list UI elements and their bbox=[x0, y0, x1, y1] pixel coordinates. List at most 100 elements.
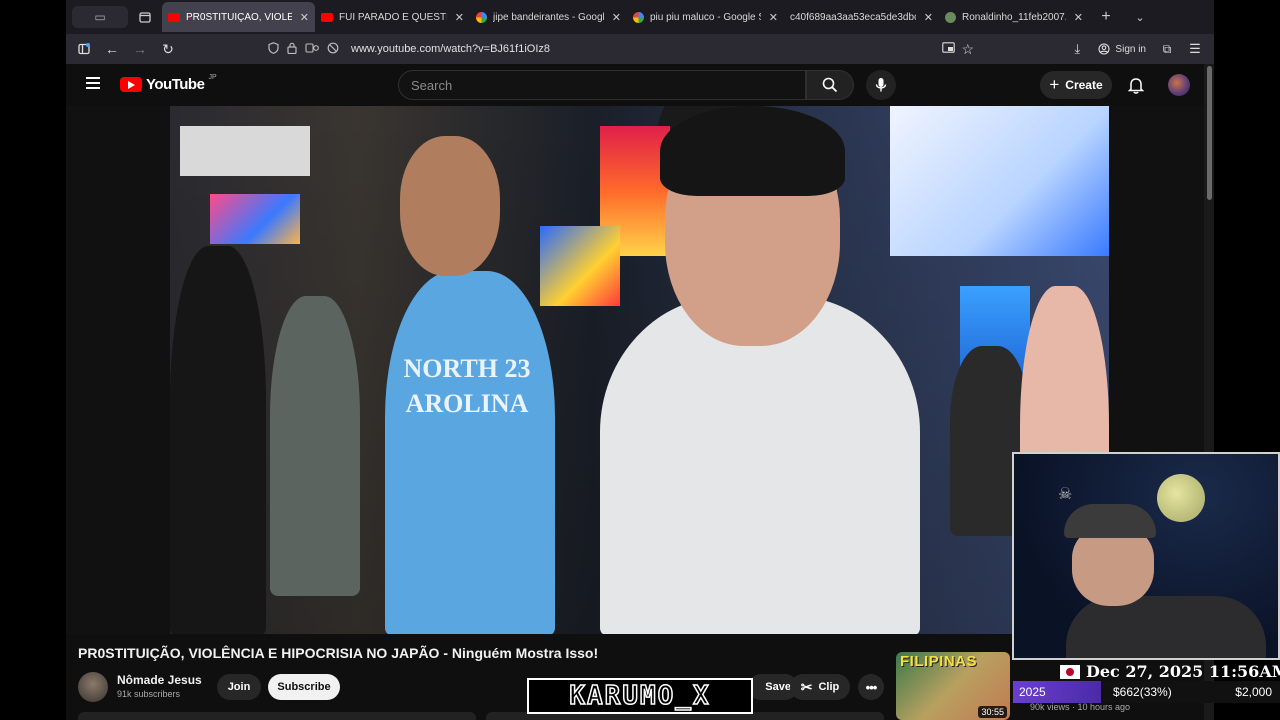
tab-2[interactable]: jipe bandeirantes - Google S ✕ bbox=[470, 2, 627, 32]
tab-title: jipe bandeirantes - Google S bbox=[493, 11, 604, 23]
scrollbar-thumb[interactable] bbox=[1207, 66, 1212, 200]
search-button[interactable] bbox=[806, 70, 854, 100]
tab-4[interactable]: c40f689aa3aa53eca5de3dbc31 ✕ bbox=[784, 2, 939, 32]
permissions-icon[interactable] bbox=[305, 42, 319, 57]
sidebar-toggle-button[interactable]: ▭ bbox=[72, 6, 128, 28]
voice-search-button[interactable] bbox=[866, 70, 896, 100]
video-duration: 30:55 bbox=[978, 706, 1007, 718]
tab-1[interactable]: FUI PARADO E QUESTIONAD ✕ bbox=[315, 2, 470, 32]
navigation-bar: ← → ↻ www.youtube.com/watch?v=BJ61f1iOIz… bbox=[66, 34, 1214, 64]
lock-icon[interactable] bbox=[287, 42, 297, 57]
search-input[interactable] bbox=[411, 77, 805, 93]
date-time-text: Dec 27, 2025 11:56AM bbox=[1086, 662, 1280, 681]
video-frame[interactable]: NORTH 23 AROLINA bbox=[170, 106, 1109, 634]
youtube-icon bbox=[321, 12, 333, 22]
blocked-autoplay-icon[interactable] bbox=[327, 42, 339, 57]
guide-menu-icon[interactable] bbox=[86, 77, 100, 89]
woman-in-white bbox=[600, 296, 920, 634]
url-text[interactable]: www.youtube.com/watch?v=BJ61f1iOIz8 bbox=[351, 43, 550, 55]
clip-label: Clip bbox=[818, 681, 840, 693]
close-tab-icon[interactable]: ✕ bbox=[455, 11, 464, 24]
tab-title: piu piu maluco - Google Sea bbox=[650, 11, 761, 23]
new-tab-button[interactable]: + bbox=[1089, 0, 1123, 34]
tab-bar: ▭ PR0STITUIÇÃO, VIOLÊNCIA ✕ FUI PARADO E… bbox=[66, 0, 1214, 34]
youtube-logo-text: YouTube bbox=[146, 76, 205, 93]
neon-sign bbox=[540, 226, 620, 306]
goal-current: $662(33%) bbox=[1113, 685, 1172, 699]
youtube-logo[interactable]: YouTube JP bbox=[120, 74, 217, 93]
create-label: Create bbox=[1065, 78, 1103, 92]
tab-title: Ronaldinho_11feb2007.jpg (J bbox=[962, 11, 1066, 23]
account-avatar[interactable] bbox=[1168, 74, 1190, 96]
search-box bbox=[398, 70, 806, 100]
tab-title: PR0STITUIÇÃO, VIOLÊNCIA bbox=[186, 11, 292, 23]
skull-icon: ☠ bbox=[1058, 486, 1073, 503]
streamer-body bbox=[1066, 596, 1266, 658]
youtube-icon bbox=[168, 12, 180, 22]
tab-overview-button[interactable] bbox=[128, 0, 162, 34]
forward-button[interactable]: → bbox=[126, 35, 154, 63]
sidebar-button[interactable] bbox=[70, 35, 98, 63]
sign-in-label: Sign in bbox=[1115, 43, 1146, 55]
close-tab-icon[interactable]: ✕ bbox=[924, 11, 933, 24]
plus-icon: + bbox=[1101, 8, 1111, 25]
recommended-video-thumbnail[interactable]: FILIPINAS 30:55 bbox=[896, 652, 1010, 720]
toolbar-right: ⤓ Sign in ⧉ ☰ bbox=[1066, 34, 1206, 64]
bell-icon bbox=[1128, 78, 1144, 94]
tab-0[interactable]: PR0STITUIÇÃO, VIOLÊNCIA ✕ bbox=[162, 2, 315, 32]
bookmark-star-icon[interactable]: ☆ bbox=[961, 41, 974, 58]
tab-title: FUI PARADO E QUESTIONAD bbox=[339, 11, 447, 23]
extensions-icon[interactable]: ⧉ bbox=[1156, 42, 1178, 57]
country-code: JP bbox=[208, 74, 217, 81]
url-actions: ☆ bbox=[942, 34, 974, 64]
streamer bbox=[1036, 504, 1266, 658]
thumbnail-title: FILIPINAS bbox=[900, 653, 978, 670]
webcam-overlay: ☠ bbox=[1012, 452, 1280, 660]
video-title: PR0STITUIÇÃO, VIOLÊNCIA E HIPOCRISIA NO … bbox=[78, 645, 599, 661]
goal-max: $2,000 bbox=[1235, 685, 1272, 699]
close-tab-icon[interactable]: ✕ bbox=[1074, 11, 1083, 24]
subscriber-count: 91k subscribers bbox=[117, 689, 181, 699]
close-tab-icon[interactable]: ✕ bbox=[612, 11, 621, 24]
comment-area-edge bbox=[78, 712, 898, 720]
channel-name[interactable]: Nômade Jesus bbox=[117, 673, 202, 687]
picture-in-picture-icon[interactable] bbox=[942, 42, 956, 56]
download-icon[interactable]: ⤓ bbox=[1066, 41, 1088, 57]
date-overlay: Dec 27, 2025 11:56AM bbox=[1060, 662, 1280, 681]
search-icon bbox=[822, 77, 838, 93]
arrow-right-icon: → bbox=[133, 41, 147, 57]
reload-icon: ↻ bbox=[162, 40, 174, 57]
japan-flag-icon bbox=[1060, 664, 1080, 679]
back-button[interactable]: ← bbox=[98, 35, 126, 63]
notifications-button[interactable] bbox=[1126, 75, 1146, 95]
reload-button[interactable]: ↻ bbox=[154, 35, 182, 63]
more-actions-button[interactable]: ••• bbox=[858, 674, 884, 700]
shield-icon[interactable] bbox=[268, 41, 279, 57]
streamer-cap bbox=[1064, 504, 1156, 538]
neon-sign bbox=[210, 194, 300, 244]
tab-list-icon bbox=[139, 12, 151, 23]
man-in-jersey: NORTH 23 AROLINA bbox=[385, 271, 555, 634]
account-icon bbox=[1098, 43, 1110, 55]
join-button[interactable]: Join bbox=[217, 674, 261, 700]
menu-icon[interactable]: ☰ bbox=[1184, 41, 1206, 57]
plus-icon: + bbox=[1049, 75, 1060, 94]
subscribe-button[interactable]: Subscribe bbox=[268, 674, 340, 700]
tab-5[interactable]: Ronaldinho_11feb2007.jpg (J ✕ bbox=[939, 2, 1089, 32]
close-tab-icon[interactable]: ✕ bbox=[300, 11, 309, 24]
close-tab-icon[interactable]: ✕ bbox=[769, 11, 778, 24]
sign-in-button[interactable]: Sign in bbox=[1094, 43, 1150, 55]
microphone-icon bbox=[875, 78, 887, 92]
create-button[interactable]: + Create bbox=[1040, 71, 1112, 99]
tab-3[interactable]: piu piu maluco - Google Sea ✕ bbox=[627, 2, 784, 32]
channel-avatar[interactable] bbox=[78, 672, 108, 702]
sidebar-icon bbox=[78, 43, 90, 55]
jersey-text: NORTH 23 AROLINA bbox=[403, 354, 531, 419]
google-icon bbox=[476, 11, 487, 23]
clip-button[interactable]: ✂ Clip bbox=[790, 674, 850, 700]
woman-hair bbox=[660, 106, 845, 196]
tab-title: c40f689aa3aa53eca5de3dbc31 bbox=[790, 11, 916, 23]
url-bar[interactable]: www.youtube.com/watch?v=BJ61f1iOIz8 bbox=[268, 37, 968, 61]
tab-list-button[interactable]: ⌄ bbox=[1123, 0, 1157, 34]
scissors-icon: ✂ bbox=[800, 678, 813, 695]
